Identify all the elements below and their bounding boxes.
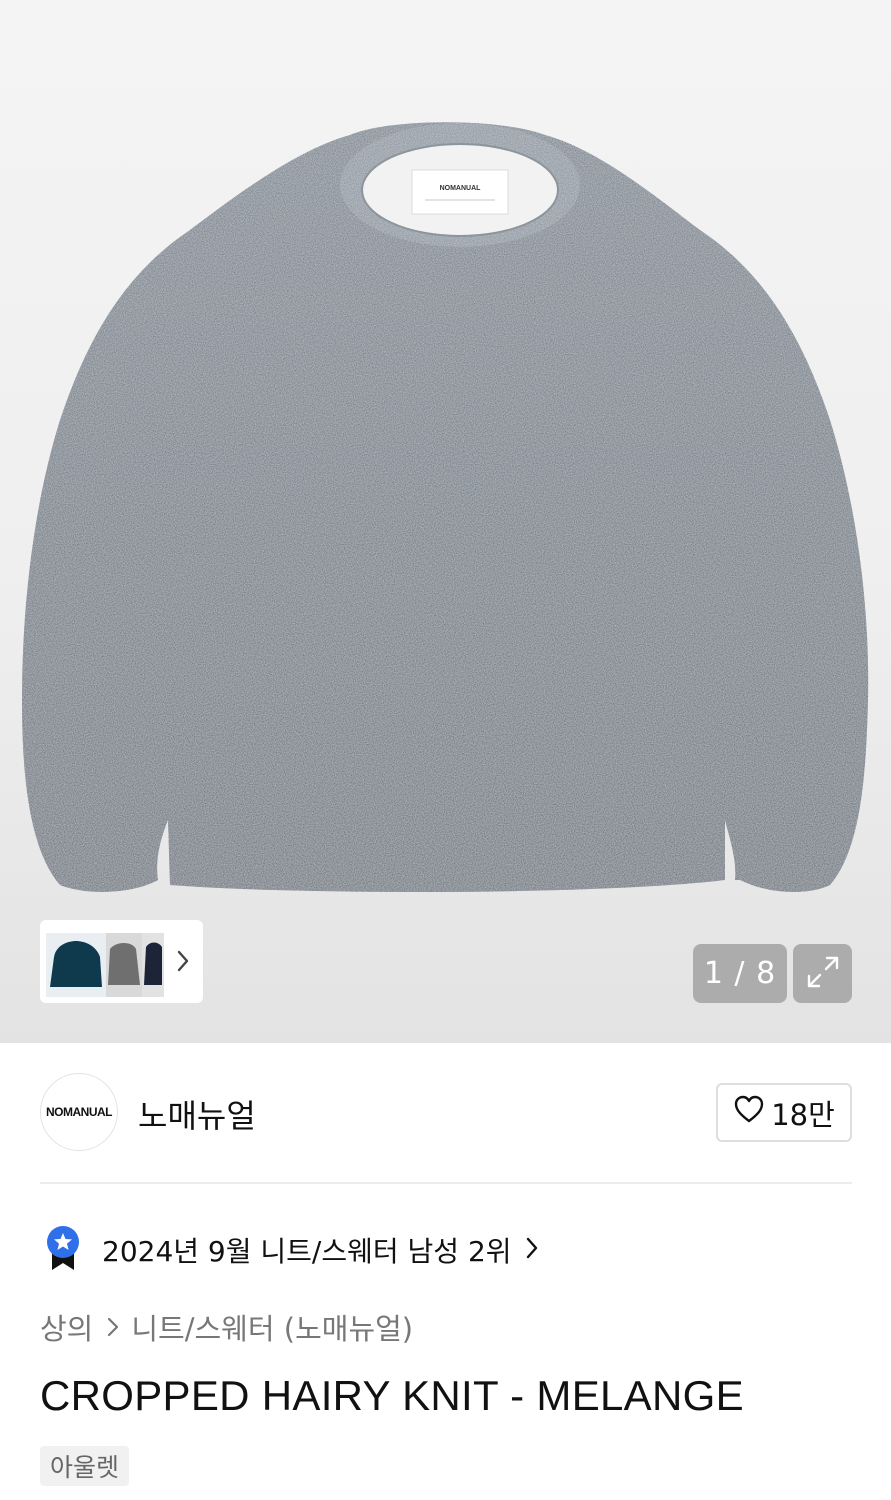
outlet-tag: 아울렛 — [40, 1446, 130, 1486]
like-count: 18만 — [771, 1097, 835, 1132]
thumbnail-gray — [108, 942, 140, 985]
like-button[interactable]: 18만 — [716, 1083, 852, 1142]
chevron-right-icon[interactable] — [177, 950, 189, 976]
brand-row: NOMANUAL 노매뉴얼 18만 — [40, 1073, 852, 1153]
brand-logo-text: NOMANUAL — [46, 1105, 113, 1119]
ranking-link[interactable]: 2024년 9월 니트/스웨터 남성 2위 — [46, 1226, 538, 1274]
ranking-text: 2024년 9월 니트/스웨터 남성 2위 — [102, 1235, 512, 1268]
svg-text:NOMANUAL: NOMANUAL — [440, 185, 482, 192]
expand-icon — [805, 954, 841, 994]
chevron-right-icon — [526, 1237, 538, 1263]
brand-logo[interactable]: NOMANUAL — [40, 1073, 118, 1151]
product-title: CROPPED HAIRY KNIT - MELANGE — [40, 1372, 744, 1419]
heart-icon — [733, 1094, 765, 1131]
divider — [40, 1182, 852, 1184]
breadcrumb-category[interactable]: 상의 — [40, 1306, 93, 1348]
image-pager: 1 / 8 — [693, 944, 787, 1003]
ranking-badge-icon — [46, 1225, 80, 1275]
brand-name[interactable]: 노매뉴얼 — [138, 1091, 256, 1137]
breadcrumb: 상의 니트/스웨터 (노매뉴얼) — [40, 1306, 413, 1348]
fullscreen-button[interactable] — [793, 944, 852, 1003]
product-photo-sweater: NOMANUAL — [22, 122, 869, 892]
breadcrumb-subcategory[interactable]: 니트/스웨터 (노매뉴얼) — [131, 1306, 413, 1348]
color-variant-thumbnails[interactable] — [40, 920, 203, 1003]
product-image-gallery[interactable]: NOMANUAL 1 / 8 — [0, 0, 891, 1043]
thumbnail-dark-navy — [144, 942, 162, 985]
chevron-right-icon — [107, 1316, 119, 1338]
